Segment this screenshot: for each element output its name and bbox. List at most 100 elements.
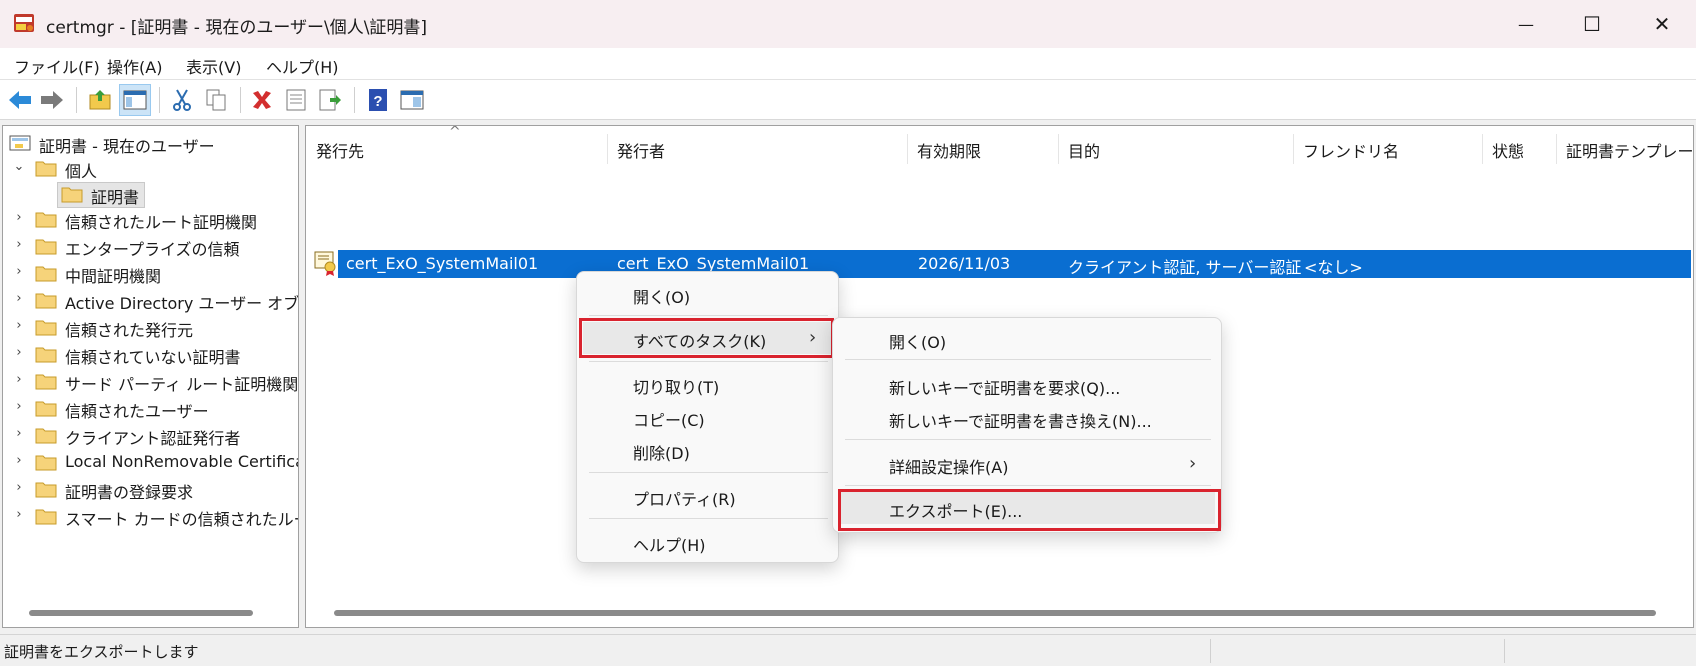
- menu-item-copy[interactable]: コピー(C): [577, 401, 840, 433]
- menu-item-delete[interactable]: 削除(D): [577, 434, 840, 466]
- column-cert-template[interactable]: 証明書テンプレート: [1566, 138, 1693, 162]
- svg-text:?: ?: [373, 93, 382, 110]
- chevron-right-icon[interactable]: ›: [11, 264, 27, 282]
- menu-file[interactable]: ファイル(F): [14, 54, 100, 78]
- tree-item-trusted-root[interactable]: › 信頼されたルート証明機関: [3, 206, 298, 233]
- chevron-right-icon[interactable]: ›: [11, 453, 27, 471]
- table-row[interactable]: cert_ExO_SystemMail01 cert_ExO_SystemMai…: [338, 250, 1691, 278]
- menu-item-help[interactable]: ヘルプ(H): [577, 526, 840, 558]
- window-title: certmgr - [証明書 - 現在のユーザー\個人\証明書]: [46, 18, 428, 38]
- chevron-right-icon[interactable]: ›: [11, 372, 27, 390]
- column-divider[interactable]: [1482, 134, 1483, 164]
- chevron-right-icon[interactable]: ›: [11, 507, 27, 525]
- menu-bar: ファイル(F) 操作(A) 表示(V) ヘルプ(H): [0, 48, 1696, 80]
- folder-icon: [35, 482, 57, 498]
- chevron-right-icon[interactable]: ›: [11, 291, 27, 309]
- tree-item-smart-card-root[interactable]: › スマート カードの信頼されたルート: [3, 503, 298, 530]
- column-issued-to[interactable]: 発行先: [316, 138, 364, 162]
- submenu-item-open[interactable]: 開く(O): [833, 323, 1223, 355]
- menu-item-cut[interactable]: 切り取り(T): [577, 368, 840, 400]
- copy-icon: [206, 89, 226, 111]
- tree-item-local-nonremovable[interactable]: › Local NonRemovable Certifica: [3, 449, 299, 476]
- menu-help[interactable]: ヘルプ(H): [266, 54, 339, 78]
- menu-action[interactable]: 操作(A): [107, 54, 162, 78]
- context-menu: 開く(O) すべてのタスク(K) › 切り取り(T) コピー(C) 削除(D) …: [576, 271, 839, 563]
- back-arrow-icon: [9, 91, 31, 109]
- menu-item-label: コピー(C): [633, 411, 705, 430]
- chevron-right-icon[interactable]: ›: [11, 345, 27, 363]
- up-one-level-button[interactable]: [84, 84, 116, 116]
- chevron-right-icon[interactable]: ›: [11, 426, 27, 444]
- tree-item-enrollment-requests[interactable]: › 証明書の登録要求: [3, 476, 298, 503]
- column-divider[interactable]: [1293, 134, 1294, 164]
- tree-root[interactable]: 証明書 - 現在のユーザー: [3, 130, 298, 157]
- tree-item-untrusted[interactable]: › 信頼されていない証明書: [3, 341, 298, 368]
- tree-item-trusted-people[interactable]: › 信頼されたユーザー: [3, 395, 298, 422]
- menu-view[interactable]: 表示(V): [186, 54, 241, 78]
- column-divider[interactable]: [607, 134, 608, 164]
- folder-icon: [35, 320, 57, 336]
- tree-item-enterprise-trust[interactable]: › エンタープライズの信頼: [3, 233, 298, 260]
- column-divider[interactable]: [907, 134, 908, 164]
- tree-item-certificates[interactable]: 証明書: [3, 181, 298, 208]
- tree-item-label: Local NonRemovable Certifica: [65, 452, 299, 471]
- submenu-item-advanced[interactable]: 詳細設定操作(A) ›: [833, 448, 1223, 480]
- certificate-icon: [314, 251, 336, 276]
- chevron-right-icon[interactable]: ›: [11, 237, 27, 255]
- cut-button[interactable]: [166, 84, 198, 116]
- folder-icon: [35, 455, 57, 471]
- submenu-item-request-new-key[interactable]: 新しいキーで証明書を要求(Q)...: [833, 369, 1223, 401]
- column-divider[interactable]: [1058, 134, 1059, 164]
- tree-item-client-auth-issuers[interactable]: › クライアント認証発行者: [3, 422, 298, 449]
- maximize-button[interactable]: ☐: [1558, 0, 1626, 48]
- column-divider[interactable]: [1556, 134, 1557, 164]
- title-bar: certmgr - [証明書 - 現在のユーザー\個人\証明書] — ☐ ✕: [0, 0, 1696, 48]
- close-button[interactable]: ✕: [1628, 0, 1696, 48]
- tree-item-label: 証明書: [91, 188, 140, 207]
- menu-item-label: 新しいキーで証明書を書き換え(N)...: [889, 412, 1152, 431]
- menu-item-open[interactable]: 開く(O): [577, 278, 840, 310]
- tree-item-active-directory[interactable]: › Active Directory ユーザー オブジェ: [3, 287, 299, 314]
- tree-item-trusted-publishers[interactable]: › 信頼された発行元: [3, 314, 298, 341]
- chevron-right-icon[interactable]: ›: [11, 210, 27, 228]
- minimize-button[interactable]: —: [1492, 0, 1560, 48]
- column-status[interactable]: 状態: [1492, 138, 1524, 162]
- column-issued-by[interactable]: 発行者: [617, 138, 665, 162]
- properties-button[interactable]: [280, 84, 312, 116]
- show-hide-tree-button[interactable]: [119, 84, 151, 116]
- column-expiration[interactable]: 有効期限: [917, 138, 981, 162]
- submenu-item-renew-new-key[interactable]: 新しいキーで証明書を書き換え(N)...: [833, 402, 1223, 434]
- forward-button[interactable]: [36, 84, 68, 116]
- back-button[interactable]: [4, 84, 36, 116]
- chevron-right-icon[interactable]: ›: [11, 480, 27, 498]
- chevron-down-icon[interactable]: ⌄: [11, 159, 27, 177]
- tree-item-label: スマート カードの信頼されたルート: [65, 510, 298, 529]
- tree-horizontal-scrollbar[interactable]: [29, 610, 253, 616]
- help-icon: ?: [369, 89, 387, 111]
- chevron-right-icon[interactable]: ›: [11, 318, 27, 336]
- delete-button[interactable]: [246, 84, 278, 116]
- tree-item-personal[interactable]: ⌄ 個人: [3, 155, 298, 182]
- export-list-button[interactable]: [314, 84, 346, 116]
- certificates-store-icon: [9, 135, 31, 151]
- menu-item-properties[interactable]: プロパティ(R): [577, 480, 840, 512]
- menu-item-label: プロパティ(R): [633, 490, 736, 509]
- tree-root-label: 証明書 - 現在のユーザー: [39, 137, 215, 156]
- list-horizontal-scrollbar[interactable]: [334, 610, 1656, 616]
- tree-item-label: 個人: [65, 162, 98, 181]
- cell-purpose: クライアント認証, サーバー認証: [1068, 258, 1302, 277]
- tree-item-intermediate[interactable]: › 中間証明機関: [3, 260, 298, 287]
- menu-item-label: 削除(D): [633, 444, 690, 463]
- chevron-right-icon[interactable]: ›: [11, 399, 27, 417]
- column-purpose[interactable]: 目的: [1068, 138, 1100, 162]
- tree-item-label: Active Directory ユーザー オブジェ: [65, 294, 299, 313]
- copy-button[interactable]: [200, 84, 232, 116]
- menu-separator: [589, 361, 828, 362]
- help-button[interactable]: ?: [362, 84, 394, 116]
- column-friendly-name[interactable]: フレンドリ名: [1303, 138, 1399, 162]
- export-highlight-frame: [838, 489, 1221, 531]
- menu-item-label: 開く(O): [889, 333, 947, 352]
- tree-item-third-party-root[interactable]: › サード パーティ ルート証明機関: [3, 368, 298, 395]
- cut-icon: [173, 89, 191, 111]
- console-view-button[interactable]: [396, 84, 428, 116]
